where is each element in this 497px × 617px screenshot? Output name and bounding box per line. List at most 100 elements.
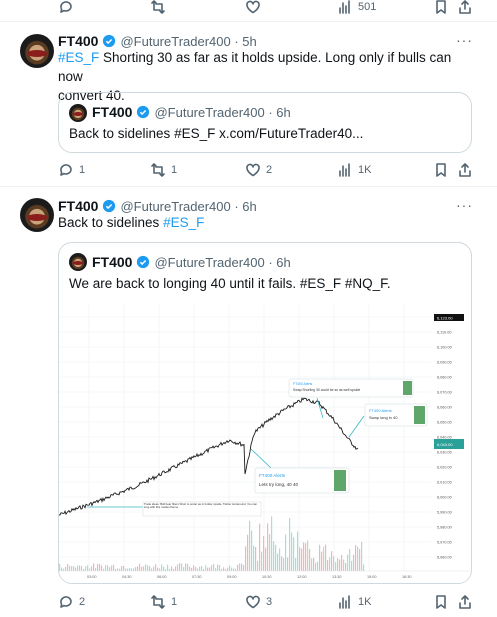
volume-bar <box>221 568 223 571</box>
display-name[interactable]: FT400 <box>58 33 98 49</box>
quote-header: FT400 @FutureTrader400 · 6h <box>92 104 291 120</box>
volume-bar <box>59 563 61 571</box>
volume-bar <box>177 564 179 571</box>
volume-bar <box>293 537 295 571</box>
share-button[interactable] <box>457 0 473 15</box>
time-tick-label: 16:30 <box>402 575 412 579</box>
price-tick-label: 5,990.00 <box>437 511 452 515</box>
volume-bar <box>265 547 267 571</box>
volume-bar <box>87 565 89 571</box>
repost-button[interactable]: 1 <box>150 594 245 610</box>
chart-image[interactable]: Trade ideas: Bull bear filters Short to … <box>59 305 471 584</box>
share-button[interactable] <box>457 594 473 610</box>
bookmark-button[interactable] <box>433 0 457 15</box>
volume-bar <box>227 567 229 571</box>
repost-icon <box>150 594 166 610</box>
like-button[interactable]: 3 <box>245 594 337 610</box>
alert-2-indicator <box>414 406 425 424</box>
tweet-text-prefix: Back to sidelines <box>58 215 164 230</box>
tweet-actions: 1 1 2 1K <box>58 160 483 180</box>
reply-button[interactable] <box>58 0 150 15</box>
volume-bar <box>119 568 121 571</box>
volume-bar <box>133 568 135 571</box>
volume-bar <box>319 544 321 571</box>
volume-bar <box>185 563 187 571</box>
volume-bar <box>281 556 283 571</box>
volume-bar <box>247 534 249 571</box>
volume-bar <box>203 568 205 571</box>
volume-bar <box>139 563 141 571</box>
volume-bar <box>195 566 197 571</box>
volume-bar <box>129 568 131 571</box>
views-button[interactable]: 1K <box>337 594 433 610</box>
volume-bar <box>351 560 353 571</box>
hashtag-link[interactable]: #ES_F <box>163 215 204 230</box>
volume-bar <box>189 566 191 571</box>
repost-button[interactable] <box>150 0 245 15</box>
volume-bar <box>323 546 325 571</box>
dot-separator: · <box>264 254 277 270</box>
volume-bar <box>253 545 255 571</box>
timestamp[interactable]: 5h <box>242 34 256 49</box>
volume-bar <box>65 566 67 571</box>
quote-hashtag: #ES_F <box>174 126 216 141</box>
volume-bar <box>73 566 75 571</box>
reply-button[interactable]: 2 <box>58 594 150 610</box>
share-button[interactable] <box>457 162 473 178</box>
share-icon <box>457 594 473 610</box>
repost-button[interactable]: 1 <box>150 162 245 178</box>
avatar[interactable] <box>20 198 54 232</box>
volume-bar <box>115 568 117 571</box>
volume-bar <box>325 544 327 571</box>
reply-button[interactable]: 1 <box>58 162 150 178</box>
bookmark-button[interactable] <box>433 162 457 178</box>
quote-text-prefix: Back to sidelines <box>69 126 175 141</box>
views-button[interactable]: 1K <box>337 162 433 178</box>
volume-bar <box>199 566 201 571</box>
volume-bar <box>335 562 337 571</box>
volume-bar <box>287 557 289 571</box>
quoted-tweet[interactable]: FT400 @FutureTrader400 · 6h We are back … <box>58 242 472 584</box>
volume-bar <box>161 564 163 571</box>
avatar <box>69 104 87 122</box>
volume-bar <box>303 542 305 571</box>
volume-bar <box>143 566 145 571</box>
price-tick-label: 6,060.00 <box>437 406 452 410</box>
quote-header: FT400 @FutureTrader400 · 6h <box>92 254 291 270</box>
user-handle[interactable]: @FutureTrader400 <box>120 199 230 214</box>
volume-bar <box>349 548 351 571</box>
bookmark-button[interactable] <box>433 594 457 610</box>
volume-bar <box>255 546 257 571</box>
quoted-tweet[interactable]: FT400 @FutureTrader400 · 6h Back to side… <box>58 92 472 153</box>
like-button[interactable]: 2 <box>245 162 337 178</box>
volume-bar <box>151 568 153 571</box>
volume-bar <box>113 564 115 571</box>
volume-bar <box>131 568 133 571</box>
volume-bar <box>121 566 123 571</box>
volume-bar <box>361 541 363 571</box>
volume-bar <box>93 563 95 571</box>
volume-bar <box>69 565 71 571</box>
volume-bar <box>213 563 215 571</box>
volume-bar <box>209 567 211 571</box>
hashtag-link[interactable]: #ES_F <box>58 50 99 65</box>
volume-bar <box>225 568 227 571</box>
more-options-icon[interactable]: ··· <box>456 197 473 213</box>
heart-icon <box>245 162 261 178</box>
views-button[interactable]: 501 <box>337 0 433 15</box>
timestamp[interactable]: 6h <box>242 199 256 214</box>
like-button[interactable] <box>245 0 337 15</box>
volume-bar <box>251 530 253 571</box>
alert-3-title: FT400 Alerts <box>293 382 313 386</box>
user-handle[interactable]: @FutureTrader400 <box>120 34 230 49</box>
more-options-icon[interactable]: ··· <box>456 32 473 48</box>
dot-separator: · <box>230 198 243 214</box>
alert-2-text: Swap long in 40 <box>369 415 398 420</box>
like-count: 3 <box>266 596 273 608</box>
avatar[interactable] <box>20 34 54 68</box>
reply-icon <box>58 0 74 15</box>
display-name[interactable]: FT400 <box>58 198 98 214</box>
volume-bar <box>193 565 195 571</box>
volume-bar <box>137 566 139 571</box>
bookmark-icon <box>433 0 449 15</box>
